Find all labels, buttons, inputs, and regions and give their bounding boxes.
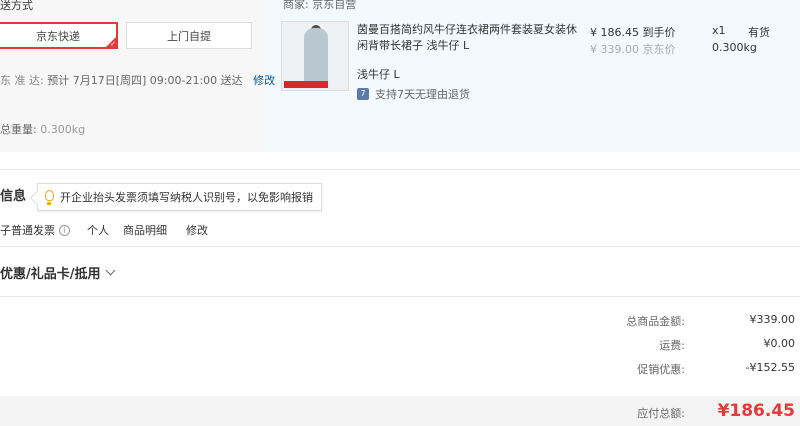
promo-band — [284, 81, 328, 88]
delivery-estimate: 东 准 达: 预计 7月17日[周四] 09:00-21:00 送达 修改 — [0, 72, 275, 88]
check-icon: ✓ — [110, 40, 116, 48]
total-amount: ¥186.45 — [717, 401, 795, 421]
invoice-type-label: 子普通发票 — [0, 224, 55, 237]
invoice-tip: 开企业抬头发票须填写纳税人识别号，以免影响报销 — [37, 183, 322, 211]
return-policy: 7 支持7天无理由退货 — [357, 86, 470, 102]
invoice-holder: 个人 — [87, 224, 109, 237]
edit-delivery-link[interactable]: 修改 — [253, 74, 275, 87]
product-original-price: ¥ 339.00 京东价 — [590, 43, 676, 56]
section-divider — [0, 296, 800, 297]
product-quantity: x1 — [712, 24, 726, 37]
total-label: 应付总额: — [637, 407, 685, 420]
invoice-content: 商品明细 — [123, 224, 167, 237]
invoice-type: 子普通发票 i — [0, 222, 70, 238]
shipping-option-label: 上门自提 — [167, 29, 211, 43]
weight-value: 0.300kg — [40, 123, 86, 136]
model-figure — [304, 28, 328, 86]
lightbulb-icon — [45, 190, 54, 205]
stock-status: 有货 — [748, 26, 770, 39]
product-weight: 0.300kg — [712, 41, 757, 54]
product-price: ¥ 186.45 到手价 — [590, 26, 676, 39]
shipping-option-pickup[interactable]: 上门自提 — [126, 22, 252, 49]
product-thumbnail[interactable] — [281, 21, 349, 91]
weight-label: 总重量: — [0, 123, 37, 136]
summary-value: ¥0.00 — [763, 337, 796, 350]
summary-label: 总商品金额: — [626, 315, 685, 328]
summary-label: 促销优惠: — [637, 363, 685, 376]
delivery-label: 东 准 达: — [0, 74, 44, 87]
shipping-option-jd-express[interactable]: 京东快递 ✓ — [0, 22, 118, 49]
chevron-down-icon — [105, 265, 115, 276]
summary-value: -¥152.55 — [745, 361, 795, 374]
delivery-time: 预计 7月17日[周四] 09:00-21:00 送达 — [47, 74, 243, 87]
summary-value: ¥339.00 — [749, 313, 796, 326]
return-policy-text: 支持7天无理由退货 — [375, 88, 470, 101]
section-divider — [0, 169, 800, 170]
seller-name: 商家: 京东自营 — [283, 0, 357, 11]
summary-label: 运费: — [659, 339, 685, 352]
invoice-tip-text: 开企业抬头发票须填写纳税人识别号，以免影响报销 — [60, 191, 313, 204]
info-icon[interactable]: i — [59, 224, 70, 236]
coupon-toggle[interactable]: 优惠/礼品卡/抵用 — [0, 263, 115, 282]
shipping-option-label: 京东快递 — [36, 29, 80, 43]
total-weight: 总重量: 0.300kg — [0, 121, 85, 137]
product-name[interactable]: 茵曼百搭简约风牛仔连衣裙两件套装夏女装休闲背带长裙子 浅牛仔 L — [357, 22, 577, 54]
invoice-title: 信息 — [0, 189, 27, 204]
product-spec: 浅牛仔 L — [357, 68, 400, 81]
return-policy-icon: 7 — [357, 88, 369, 100]
coupon-title: 优惠/礼品卡/抵用 — [0, 267, 101, 282]
edit-invoice-link[interactable]: 修改 — [186, 222, 208, 238]
shipping-title: 送方式 — [0, 0, 33, 12]
section-divider — [0, 246, 800, 247]
